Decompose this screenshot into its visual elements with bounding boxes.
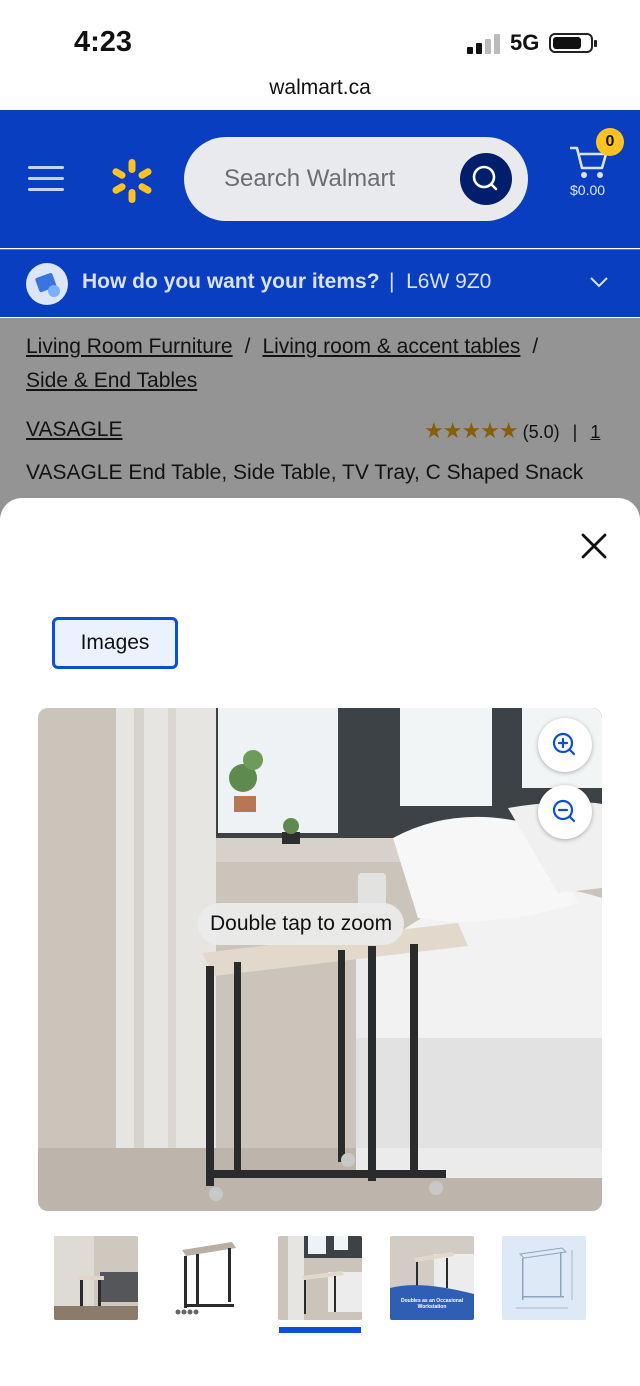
cart-count-badge: 0 bbox=[596, 128, 624, 156]
chevron-down-icon bbox=[590, 277, 608, 288]
zoom-hint-tooltip: Double tap to zoom bbox=[198, 903, 405, 945]
thumbnail-3-selected[interactable] bbox=[278, 1236, 362, 1320]
bedroom-scene-image bbox=[38, 708, 602, 1211]
image-gallery-modal: Images Double tap to zoom Doubles as an … bbox=[0, 498, 640, 1386]
close-icon[interactable] bbox=[578, 530, 610, 562]
search-button[interactable] bbox=[460, 153, 512, 205]
delivery-question: How do you want your items? bbox=[82, 270, 380, 293]
status-bar: 4:23 5G bbox=[0, 0, 640, 72]
cart-total: $0.00 bbox=[570, 182, 606, 198]
thumbnail-4[interactable]: Doubles as an Occasional Workstation bbox=[390, 1236, 474, 1320]
thumbnail-selected-indicator bbox=[279, 1327, 361, 1333]
zoom-out-icon bbox=[552, 799, 576, 823]
thumbnail-2[interactable] bbox=[166, 1236, 250, 1320]
site-header: Search Walmart 0 $0.00 bbox=[0, 110, 640, 248]
status-time: 4:23 bbox=[74, 26, 133, 58]
thumbnail-image-dimensions bbox=[502, 1236, 586, 1320]
delivery-selector[interactable]: How do you want your items? | L6W 9Z0 bbox=[0, 249, 640, 317]
walmart-spark-logo[interactable] bbox=[108, 157, 156, 205]
zoom-in-button[interactable] bbox=[538, 718, 592, 772]
tab-images[interactable]: Images bbox=[52, 617, 178, 669]
delivery-icon bbox=[26, 263, 68, 305]
search-placeholder: Search Walmart bbox=[224, 165, 396, 192]
cart-button[interactable]: 0 $0.00 bbox=[566, 128, 624, 200]
search-bar[interactable]: Search Walmart bbox=[184, 137, 528, 221]
postal-code-value: L6W 9Z0 bbox=[406, 270, 492, 293]
zoom-in-icon bbox=[552, 732, 576, 756]
thumbnail-5[interactable] bbox=[502, 1236, 586, 1320]
modal-overlay[interactable] bbox=[0, 318, 640, 518]
thumbnail-1[interactable] bbox=[54, 1236, 138, 1320]
menu-icon[interactable] bbox=[28, 166, 64, 192]
main-product-image[interactable]: Double tap to zoom bbox=[38, 708, 602, 1211]
thumbnail-image-table-product bbox=[166, 1236, 250, 1320]
zoom-out-button[interactable] bbox=[538, 785, 592, 839]
url-text: walmart.ca bbox=[269, 76, 371, 99]
postal-code: | L6W 9Z0 bbox=[389, 270, 492, 293]
network-label: 5G bbox=[510, 30, 540, 55]
signal-icon bbox=[467, 34, 501, 54]
battery-icon bbox=[549, 33, 597, 53]
thumbnail-image-bedroom bbox=[278, 1236, 362, 1320]
url-bar[interactable]: walmart.ca bbox=[0, 72, 640, 110]
thumbnail-4-caption: Doubles as an Occasional Workstation bbox=[401, 1298, 463, 1310]
thumbnail-image-living-room bbox=[54, 1236, 138, 1320]
thumbnail-strip: Doubles as an Occasional Workstation bbox=[0, 1236, 640, 1336]
search-icon bbox=[472, 165, 498, 191]
